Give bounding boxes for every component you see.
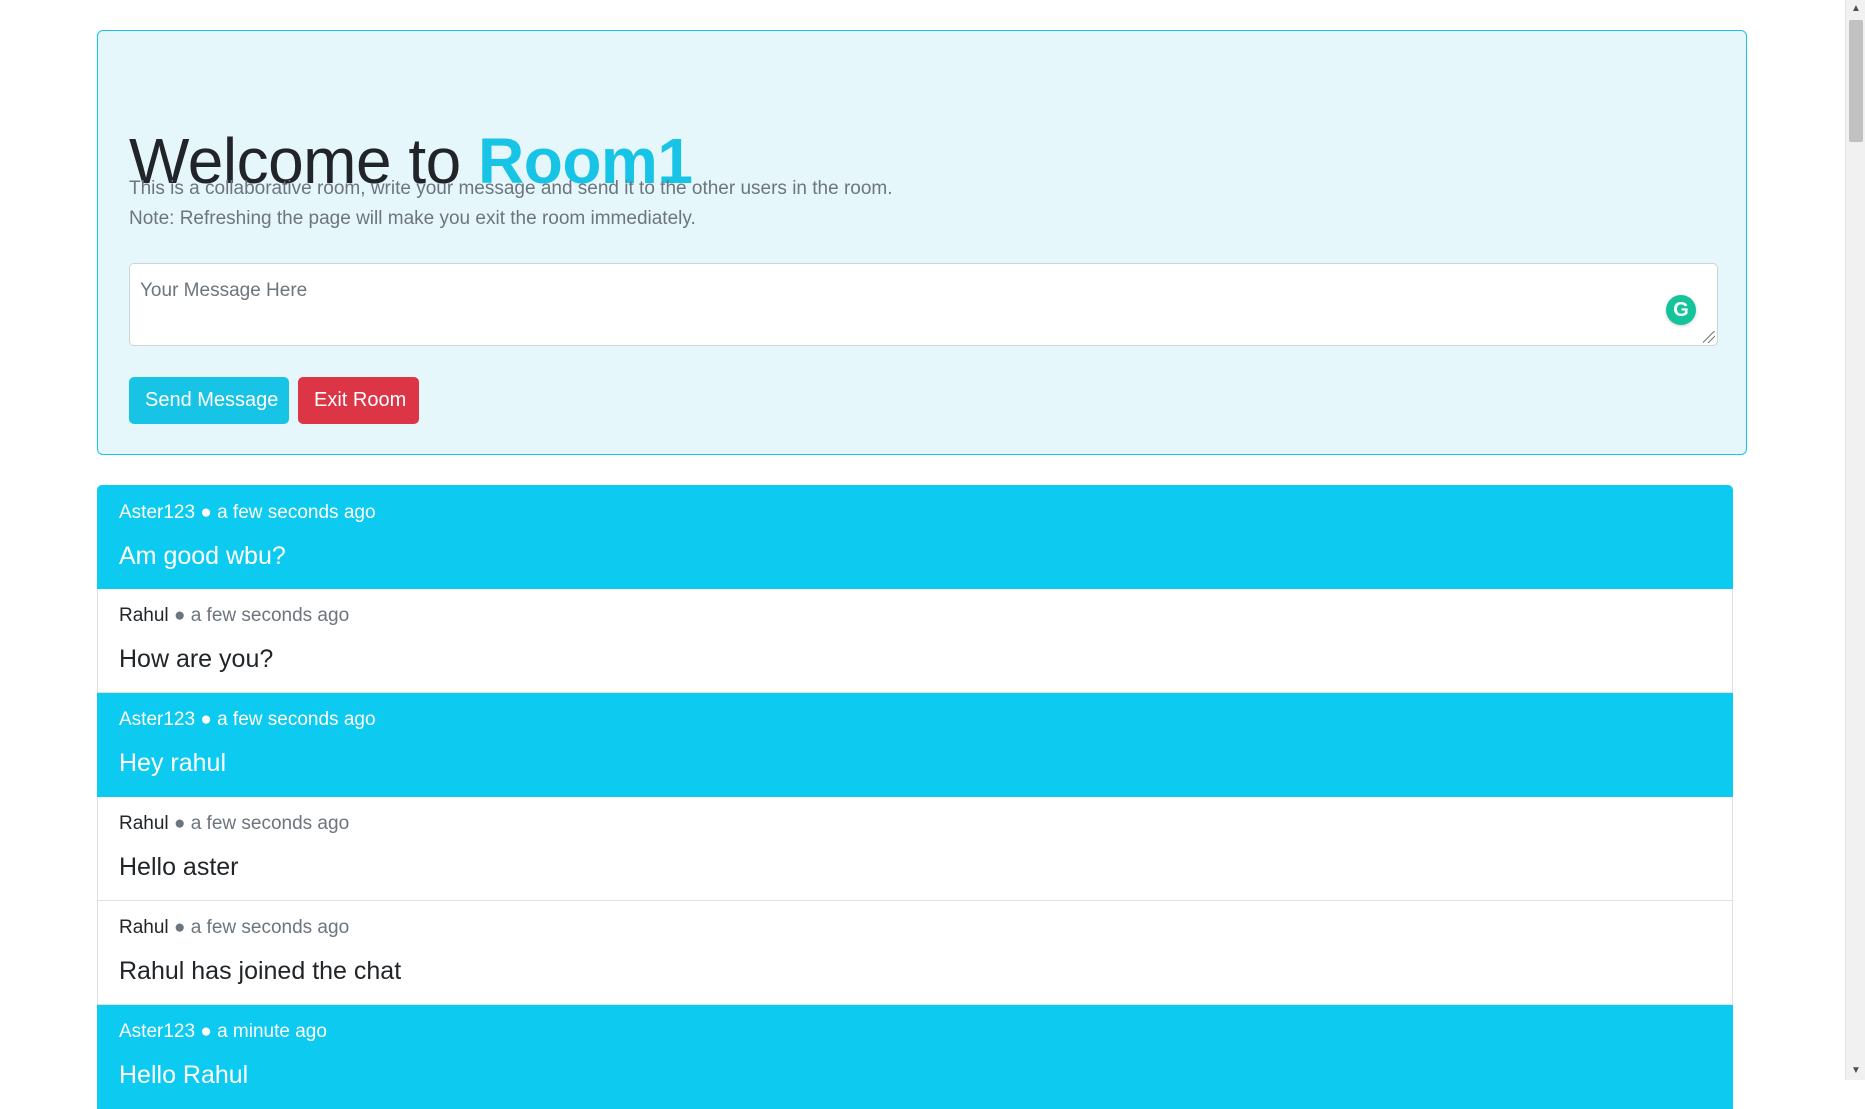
message-timestamp: ● a few seconds ago (200, 502, 376, 523)
message-item: Aster123 ● a minute ago Hello Rahul (97, 1005, 1733, 1109)
chat-room-page: Welcome to Room1 This is a collaborative… (0, 0, 1845, 1109)
message-item: Aster123 ● a few seconds ago Am good wbu? (97, 485, 1733, 589)
room-description: This is a collaborative room, write your… (129, 178, 893, 199)
message-username: Rahul (119, 813, 169, 834)
message-item: Rahul ● a few seconds ago How are you? (97, 589, 1733, 693)
message-username: Aster123 (119, 1021, 196, 1042)
message-text: Hey rahul (119, 749, 226, 777)
message-text: How are you? (119, 645, 274, 673)
scrollbar-thumb[interactable] (1849, 20, 1863, 142)
vertical-scrollbar[interactable]: ▲ ▼ (1845, 0, 1865, 1080)
message-meta: Aster123 ● a few seconds ago (119, 502, 376, 524)
message-timestamp: ● a few seconds ago (200, 709, 376, 730)
message-text: Rahul has joined the chat (119, 957, 402, 985)
refresh-note: Note: Refreshing the page will make you … (129, 208, 696, 229)
message-item: Rahul ● a few seconds ago Hello aster (97, 797, 1733, 901)
message-timestamp: ● a few seconds ago (173, 917, 350, 938)
message-text: Am good wbu? (119, 542, 286, 570)
message-username: Aster123 (119, 709, 196, 730)
send-message-button[interactable]: Send Message (129, 377, 289, 424)
message-timestamp: ● a few seconds ago (173, 605, 350, 626)
grammarly-icon[interactable]: G (1666, 295, 1696, 325)
message-timestamp: ● a few seconds ago (173, 813, 350, 834)
message-username: Aster123 (119, 502, 196, 523)
message-list: Aster123 ● a few seconds ago Am good wbu?… (97, 485, 1733, 1109)
message-meta: Rahul ● a few seconds ago (119, 605, 349, 627)
message-timestamp: ● a minute ago (200, 1021, 327, 1042)
message-text: Hello Rahul (119, 1061, 249, 1089)
textarea-resize-handle[interactable] (1703, 331, 1715, 343)
message-item: Rahul ● a few seconds ago Rahul has joine… (97, 901, 1733, 1005)
message-text: Hello aster (119, 853, 239, 881)
scroll-down-arrow-icon[interactable]: ▼ (1846, 1062, 1865, 1080)
message-meta: Aster123 ● a few seconds ago (119, 709, 376, 731)
message-input[interactable] (129, 263, 1718, 346)
exit-room-button[interactable]: Exit Room (298, 377, 419, 424)
message-meta: Aster123 ● a minute ago (119, 1021, 327, 1043)
message-item: Aster123 ● a few seconds ago Hey rahul (97, 693, 1733, 797)
message-meta: Rahul ● a few seconds ago (119, 813, 349, 835)
message-username: Rahul (119, 605, 169, 626)
message-meta: Rahul ● a few seconds ago (119, 917, 349, 939)
message-username: Rahul (119, 917, 169, 938)
scroll-up-arrow-icon[interactable]: ▲ (1846, 0, 1865, 18)
room-header-panel: Welcome to Room1 This is a collaborative… (97, 30, 1747, 455)
